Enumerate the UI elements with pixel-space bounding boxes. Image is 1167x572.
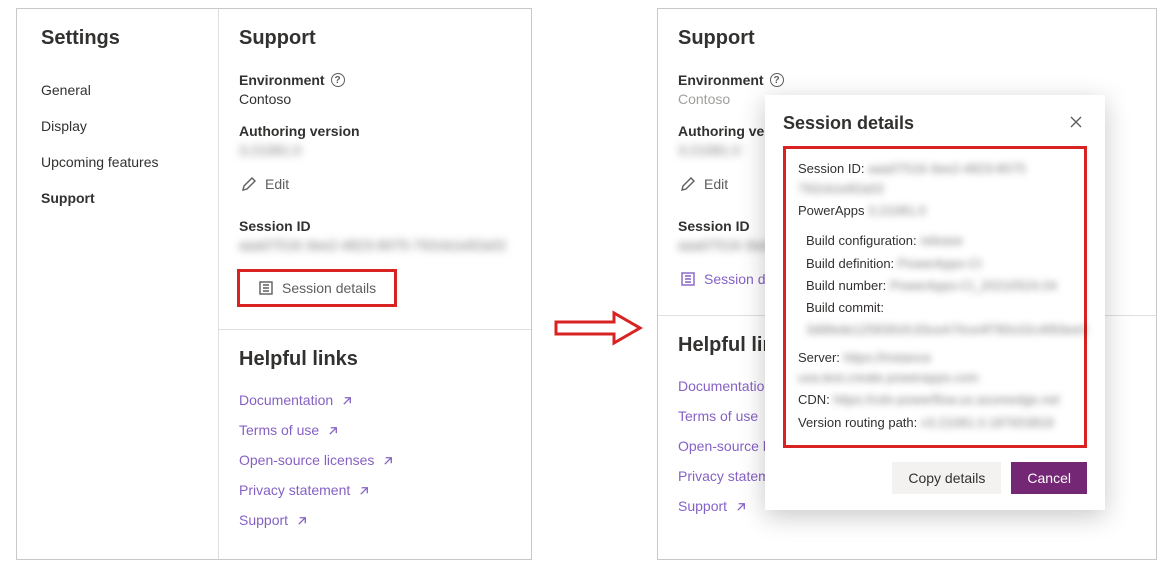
sidebar-item-display[interactable]: Display (17, 108, 218, 144)
link-privacy[interactable]: Privacy statement (239, 475, 511, 505)
support-title: Support (239, 27, 511, 50)
edit-button[interactable]: Edit (678, 170, 730, 198)
link-terms[interactable]: Terms of use (239, 415, 511, 445)
close-button[interactable] (1065, 111, 1087, 136)
edit-button[interactable]: Edit (239, 170, 291, 198)
open-new-icon (341, 394, 354, 407)
pencil-icon (241, 176, 257, 192)
dialog-title: Session details (783, 113, 914, 134)
pencil-icon (680, 176, 696, 192)
session-id-value: aaa07516-3ee2-4823-8075-792cb1e82a02 (239, 237, 511, 253)
details-icon (258, 280, 274, 296)
open-new-icon (358, 484, 371, 497)
settings-sidebar: Settings General Display Upcoming featur… (17, 9, 219, 559)
settings-support-panel: Settings General Display Upcoming featur… (16, 8, 532, 560)
divider (219, 329, 531, 330)
authoring-version-value: 3.21081.0 (239, 142, 511, 158)
link-documentation[interactable]: Documentation (239, 385, 511, 415)
session-id-label: Session ID (239, 218, 511, 234)
help-icon[interactable]: ? (331, 73, 345, 87)
environment-label: Environment ? (678, 72, 1136, 88)
sidebar-item-general[interactable]: General (17, 72, 218, 108)
support-title: Support (678, 27, 1136, 50)
support-content: Support Environment ? Contoso Authoring … (219, 9, 531, 559)
cancel-button[interactable]: Cancel (1011, 462, 1087, 494)
environment-value: Contoso (239, 91, 511, 107)
sidebar-item-upcoming[interactable]: Upcoming features (17, 144, 218, 180)
details-icon (680, 271, 696, 287)
open-new-icon (327, 424, 340, 437)
helpful-links-title: Helpful links (239, 348, 511, 371)
link-support[interactable]: Support (239, 505, 511, 535)
link-opensource[interactable]: Open-source licenses (239, 445, 511, 475)
authoring-version-label: Authoring version (239, 123, 511, 139)
open-new-icon (382, 454, 395, 467)
environment-label: Environment ? (239, 72, 511, 88)
arrow-icon (552, 310, 644, 346)
copy-details-button[interactable]: Copy details (892, 462, 1001, 494)
close-icon (1069, 115, 1083, 129)
session-details-button[interactable]: Session details (237, 269, 397, 307)
sidebar-item-support[interactable]: Support (17, 180, 218, 216)
session-details-button[interactable]: Session de (678, 265, 775, 293)
open-new-icon (296, 514, 309, 527)
open-new-icon (735, 500, 748, 513)
session-details-text: Session ID: aaa07516-3ee2-4823-8075 792c… (783, 146, 1087, 448)
settings-title: Settings (41, 27, 218, 50)
session-details-dialog: Session details Session ID: aaa07516-3ee… (765, 95, 1105, 510)
help-icon[interactable]: ? (770, 73, 784, 87)
